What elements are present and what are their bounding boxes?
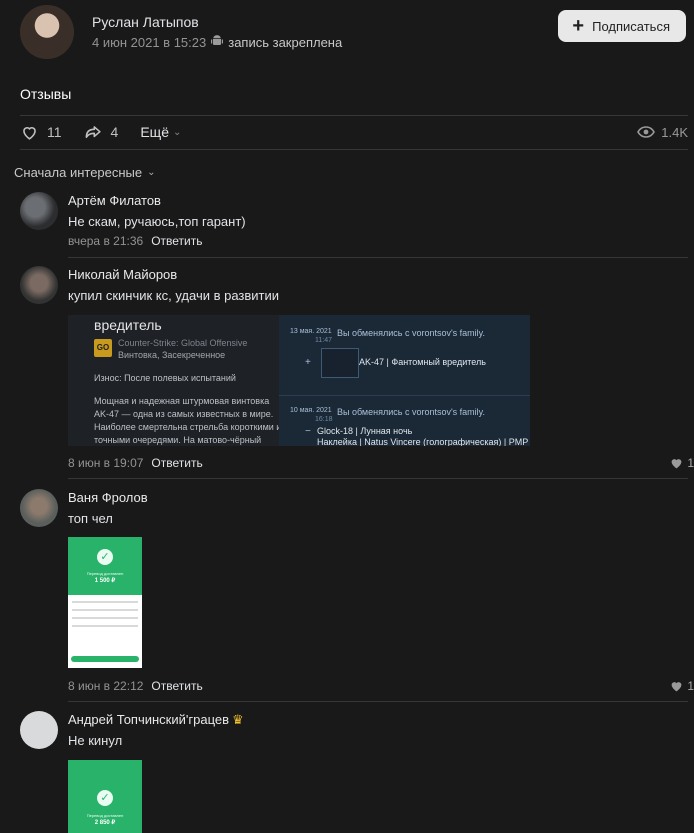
plus-icon: + bbox=[572, 15, 585, 37]
reply-button[interactable]: Ответить bbox=[151, 679, 202, 693]
views: 1.4K bbox=[637, 125, 688, 140]
chevron-down-icon: ⌄ bbox=[147, 167, 156, 178]
comment-avatar[interactable] bbox=[20, 711, 58, 749]
comment-like-button[interactable]: 1 bbox=[670, 456, 694, 470]
trade-date-2: 10 мая. 2021 bbox=[290, 407, 332, 414]
subscribe-button[interactable]: + Подписаться bbox=[558, 10, 686, 42]
divider bbox=[20, 149, 688, 150]
comment-footer: 8 июн в 19:07 Ответить bbox=[68, 456, 203, 470]
trade-line-2: Вы обменялись с vorontsov's family. bbox=[337, 407, 486, 417]
eye-icon bbox=[637, 126, 656, 138]
csgo-logo: GO bbox=[94, 339, 112, 357]
comment-like-count: 1 bbox=[687, 456, 694, 470]
heart-icon bbox=[23, 126, 36, 140]
comment-avatar[interactable] bbox=[20, 192, 58, 230]
views-count: 1.4K bbox=[661, 124, 688, 140]
like-count: 11 bbox=[47, 124, 62, 140]
receipt-title: Перевод доставлен bbox=[86, 571, 124, 576]
post-author-avatar[interactable] bbox=[20, 5, 74, 59]
comment-text: Не кинул bbox=[68, 733, 123, 748]
post-author-name[interactable]: Руслан Латыпов bbox=[92, 14, 199, 30]
comment-footer: вчера в 21:36 Ответить bbox=[68, 234, 202, 248]
trade-date-1: 13 мая. 2021 bbox=[290, 328, 332, 335]
chevron-down-icon: ⌄ bbox=[173, 126, 182, 138]
receipt-amount: 2 850 ₽ bbox=[94, 820, 116, 826]
trade-divider bbox=[279, 395, 530, 396]
post-date[interactable]: 4 июн 2021 в 15:23 bbox=[92, 35, 206, 50]
trade-line-1: Вы обменялись с vorontsov's family. bbox=[337, 328, 486, 338]
check-icon: ✓ bbox=[97, 790, 113, 806]
comment-time[interactable]: 8 июн в 19:07 bbox=[68, 456, 143, 470]
receipt-amount: 1 500 ₽ bbox=[94, 578, 116, 584]
divider bbox=[68, 478, 688, 479]
plus-icon: + bbox=[305, 357, 311, 368]
more-button[interactable]: Ещё ⌄ bbox=[140, 124, 181, 140]
share-button[interactable]: 4 bbox=[84, 123, 119, 142]
item-game: Counter-Strike: Global Offensive bbox=[118, 338, 248, 348]
trade-item-3: Наклейка | Natus Vincere (голографическа… bbox=[317, 437, 529, 446]
heart-icon bbox=[671, 682, 682, 692]
post-meta: 4 июн 2021 в 15:23 запись закреплена bbox=[92, 34, 342, 50]
comment: Артём Филатов Не скам, ручаюсь,топ гаран… bbox=[20, 192, 680, 252]
share-count: 4 bbox=[110, 124, 119, 140]
trade-item-2: Glock-18 | Лунная ночь bbox=[317, 426, 413, 436]
receipt-card bbox=[68, 595, 142, 668]
reply-button[interactable]: Ответить bbox=[151, 456, 202, 470]
item-title: вредитель bbox=[94, 317, 162, 333]
post-actions: 11 4 Ещё ⌄ 1.4K bbox=[20, 118, 688, 146]
comment-author[interactable]: Андрей Топчинский'грацев ♛ bbox=[68, 712, 244, 728]
like-button[interactable]: 11 bbox=[20, 123, 62, 142]
comment-author-name: Андрей Топчинский'грацев bbox=[68, 712, 230, 727]
attachment-image-trade-history[interactable]: 13 мая. 2021 11:47 Вы обменялись с voron… bbox=[279, 315, 530, 446]
sort-label: Сначала интересные bbox=[14, 165, 143, 180]
comment-time[interactable]: 8 июн в 22:12 bbox=[68, 679, 143, 693]
comment-author[interactable]: Николай Майоров bbox=[68, 267, 177, 282]
post-header: Руслан Латыпов 4 июн 2021 в 15:23 запись… bbox=[20, 5, 686, 61]
comment-like-button[interactable]: 1 bbox=[670, 679, 694, 693]
comment-author[interactable]: Ваня Фролов bbox=[68, 490, 148, 505]
reply-button[interactable]: Ответить bbox=[151, 234, 202, 248]
item-wear: Износ: После полевых испытаний bbox=[94, 373, 236, 383]
attachment-image-steam-item[interactable]: вредитель GO Counter-Strike: Global Offe… bbox=[68, 315, 303, 446]
comment: Андрей Топчинский'грацев ♛ Не кинул ✓ Пер… bbox=[20, 711, 680, 833]
comment-avatar[interactable] bbox=[20, 489, 58, 527]
comment-avatar[interactable] bbox=[20, 266, 58, 304]
minus-icon: − bbox=[305, 426, 311, 437]
receipt-title: Перевод доставлен bbox=[86, 813, 124, 818]
more-label: Ещё bbox=[140, 124, 169, 140]
divider bbox=[20, 115, 688, 116]
comment-author[interactable]: Артём Филатов bbox=[68, 193, 161, 208]
crown-icon: ♛ bbox=[232, 712, 244, 727]
divider bbox=[68, 257, 688, 258]
attachment-image-receipt[interactable]: ✓ Перевод доставлен 2 850 ₽ bbox=[68, 760, 142, 833]
trade-time-2: 16:18 bbox=[315, 416, 333, 423]
post-text: Отзывы bbox=[20, 86, 72, 102]
comment-time[interactable]: вчера в 21:36 bbox=[68, 234, 143, 248]
comment-text: Не скам, ручаюсь,топ гарант) bbox=[68, 214, 246, 229]
pinned-label: запись закреплена bbox=[228, 34, 343, 50]
comment: Николай Майоров купил скинчик кс, удачи … bbox=[20, 266, 694, 476]
trade-time-1: 11:47 bbox=[315, 337, 332, 344]
divider bbox=[68, 701, 688, 702]
android-icon bbox=[211, 34, 224, 50]
comment-footer: 8 июн в 22:12 Ответить bbox=[68, 679, 203, 693]
sort-dropdown[interactable]: Сначала интересные ⌄ bbox=[14, 165, 156, 180]
subscribe-label: Подписаться bbox=[592, 18, 670, 34]
item-desc: Мощная и надежная штурмовая винтовка AK-… bbox=[94, 396, 282, 445]
trade-item-1: AK-47 | Фантомный вредитель bbox=[359, 357, 486, 367]
comment: Ваня Фролов топ чел ✓ Перевод доставлен … bbox=[20, 489, 694, 699]
item-type: Винтовка, Засекреченное bbox=[118, 350, 226, 360]
comment-text: топ чел bbox=[68, 511, 113, 526]
comment-text: купил скинчик кс, удачи в развитии bbox=[68, 288, 280, 303]
heart-icon bbox=[671, 459, 682, 469]
share-icon bbox=[85, 125, 101, 138]
comment-like-count: 1 bbox=[687, 679, 694, 693]
ak47-thumbnail bbox=[321, 348, 359, 378]
attachment-image-receipt[interactable]: ✓ Перевод доставлен 1 500 ₽ bbox=[68, 537, 142, 668]
check-icon: ✓ bbox=[97, 549, 113, 565]
